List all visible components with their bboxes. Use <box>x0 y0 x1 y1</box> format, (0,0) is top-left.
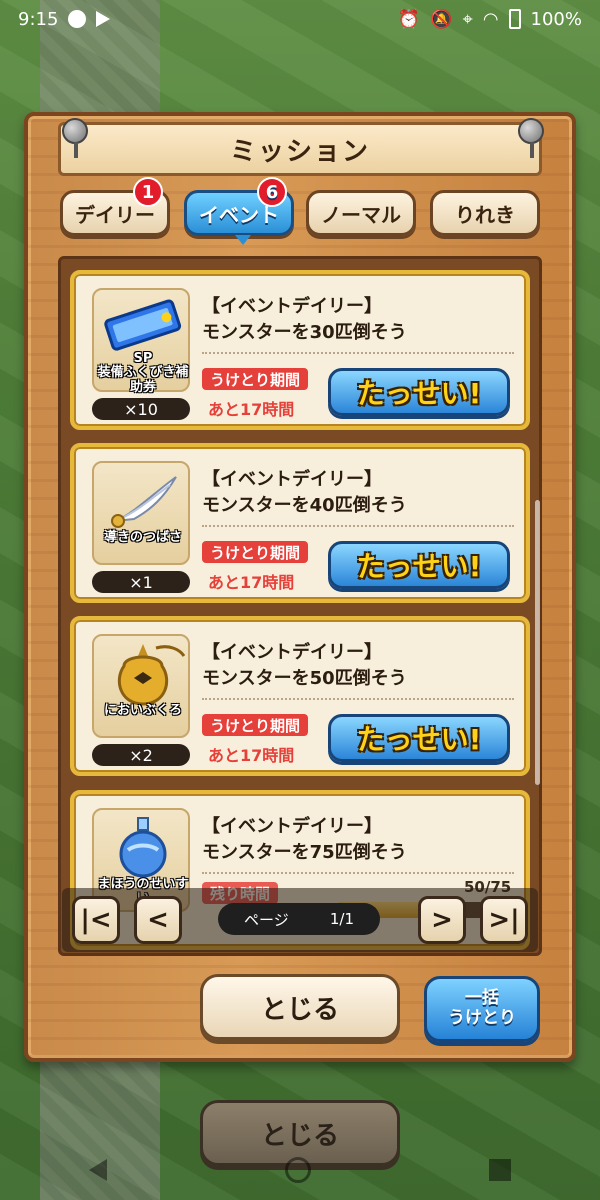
back-icon[interactable] <box>89 1159 107 1181</box>
receive-period-label: うけとり期間 <box>202 714 309 736</box>
play-store-icon <box>96 11 111 27</box>
pin-icon <box>62 118 88 158</box>
mission-category: 【イベントデイリー】 <box>202 642 382 663</box>
home-icon[interactable] <box>285 1157 311 1183</box>
mission-category: 【イベントデイリー】 <box>202 816 382 837</box>
tab-event-badge: 6 <box>257 177 287 207</box>
reward-name: 導きのつばさ <box>103 530 182 545</box>
last-page-button[interactable]: >| <box>480 896 528 944</box>
potion-icon <box>119 817 167 878</box>
app-notification-icon <box>68 10 87 28</box>
dialog-title: ミッション <box>58 122 542 176</box>
claim-button[interactable]: たっせい! <box>328 368 510 416</box>
status-time: 9:15 <box>18 8 59 30</box>
claim-button[interactable]: たっせい! <box>328 541 510 589</box>
tab-normal[interactable]: ノーマル <box>306 190 416 236</box>
list-scrollbar[interactable] <box>535 500 540 785</box>
receive-period-label: うけとり期間 <box>202 368 309 390</box>
status-right: ⏰ 🔕 ⌖ ◠ 100% <box>398 9 582 30</box>
wing-icon <box>111 476 177 528</box>
reward-name-line2: 装備ふくびき補助券 <box>97 365 189 395</box>
mute-icon: 🔕 <box>430 8 453 30</box>
mission-card: においぶくろ ×2 【イベントデイリー】 モンスターを50匹倒そう うけとり期間… <box>70 616 530 776</box>
first-page-button[interactable]: |< <box>72 896 120 944</box>
wifi-icon: ◠ <box>482 8 499 30</box>
status-left: 9:15 <box>18 8 111 30</box>
tab-normal-label: ノーマル <box>321 202 401 227</box>
previous-page-button[interactable]: < <box>134 896 182 944</box>
close-button[interactable]: とじる <box>200 974 400 1040</box>
mission-card: 導きのつばさ ×1 【イベントデイリー】 モンスターを40匹倒そう うけとり期間… <box>70 443 530 603</box>
tab-history-label: りれき <box>455 202 515 227</box>
recent-apps-icon[interactable] <box>489 1159 511 1181</box>
page-label: ページ <box>244 910 289 929</box>
reward-quantity: ×2 <box>92 744 190 766</box>
bulk-claim-line1: 一括 <box>465 988 499 1009</box>
divider <box>202 698 514 700</box>
status-bar: 9:15 ⏰ 🔕 ⌖ ◠ 100% <box>0 0 600 38</box>
bulk-claim-button[interactable]: 一括 うけとり <box>424 976 540 1042</box>
tab-history[interactable]: りれき <box>430 190 540 236</box>
tab-daily[interactable]: デイリー 1 <box>60 177 170 236</box>
reward-item-box: SP 装備ふくびき補助券 <box>92 288 192 395</box>
pouch-icon <box>117 644 186 706</box>
mission-description: モンスターを30匹倒そう <box>202 322 407 343</box>
system-nav-bar <box>0 1140 600 1200</box>
next-page-button[interactable]: > <box>418 896 466 944</box>
reward-quantity: ×1 <box>92 571 190 593</box>
tab-event[interactable]: イベント 6 <box>184 177 294 245</box>
divider <box>202 352 514 354</box>
page-value: 1/1 <box>329 910 354 928</box>
mission-category: 【イベントデイリー】 <box>202 469 382 490</box>
mission-card: SP 装備ふくびき補助券 ×10 【イベントデイリー】 モンスターを30匹倒そう… <box>70 270 530 430</box>
time-remaining: あと17時間 <box>208 573 295 592</box>
mission-description: モンスターを50匹倒そう <box>202 668 407 689</box>
mission-description: モンスターを40匹倒そう <box>202 495 407 516</box>
receive-period-label: うけとり期間 <box>202 541 309 563</box>
bulk-claim-line2: うけとり <box>448 1008 516 1028</box>
reward-name: においぶくろ <box>103 703 182 718</box>
reward-item-box: においぶくろ <box>92 634 190 738</box>
time-remaining: あと17時間 <box>208 746 295 765</box>
location-icon: ⌖ <box>462 8 473 30</box>
reward-name: SP 装備ふくびき補助券 <box>94 351 192 395</box>
battery-percent: 100% <box>530 8 582 30</box>
tab-daily-badge: 1 <box>133 177 163 207</box>
alarm-icon: ⏰ <box>397 8 421 30</box>
mission-description: モンスターを75匹倒そう <box>202 842 407 863</box>
page-indicator: ページ 1/1 <box>218 903 380 935</box>
reward-quantity: ×10 <box>92 398 190 420</box>
mission-category: 【イベントデイリー】 <box>202 296 382 317</box>
claim-button[interactable]: たっせい! <box>328 714 510 762</box>
reward-item-box: 導きのつばさ <box>92 461 190 565</box>
battery-icon <box>508 9 521 29</box>
pin-icon <box>518 118 544 158</box>
time-remaining: あと17時間 <box>208 400 295 419</box>
divider <box>202 872 514 874</box>
divider <box>202 525 514 527</box>
